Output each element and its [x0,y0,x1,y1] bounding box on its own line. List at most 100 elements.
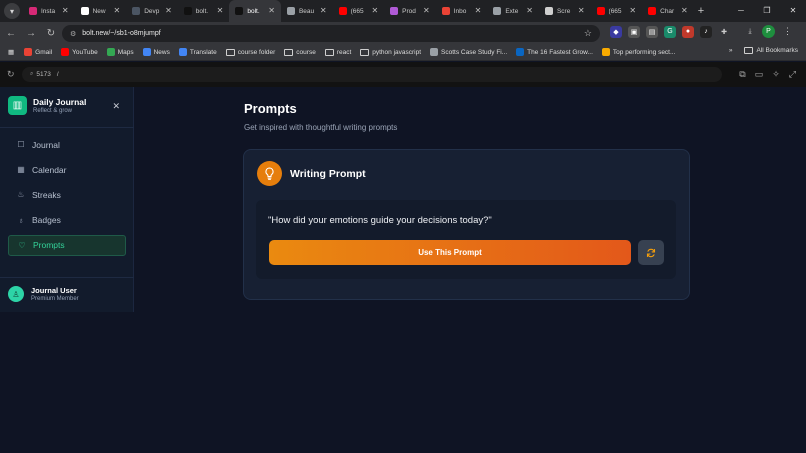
browser-tab[interactable]: Char ✕ [642,0,694,22]
sidebar-item-prompts[interactable]: ♡ Prompts [8,234,126,256]
download-icon[interactable]: ⤓ [744,26,756,38]
fullscreen-icon[interactable]: ⤢ [789,69,796,79]
browser-tab[interactable]: (665 ✕ [591,0,643,22]
d-icon [132,7,141,15]
browser-menu-icon[interactable]: ⋮ [783,26,792,37]
inspector-icon[interactable]: ✧ [772,69,780,79]
tab-title: Devp [144,7,160,15]
preview-bar: ↻ ⌕ 5173 / ⧉ ▭ ✧ ⤢ [0,62,806,87]
window-close-icon[interactable]: ✕ [780,0,806,22]
sidebar-item-journal[interactable]: ☐ Journal [8,134,126,155]
browser-tab[interactable]: Prod ✕ [384,0,436,22]
extension-icon[interactable]: ◆ [610,25,622,38]
browser-tab[interactable]: Scre ✕ [539,0,591,22]
browser-tab[interactable]: Exte ✕ [487,0,539,22]
bookmark-star-icon[interactable]: ☆ [584,28,592,39]
new-prompt-button[interactable] [638,240,664,265]
bookmark-item[interactable]: Top performing sect... [601,48,676,56]
tab-list: Insta ✕ New ✕ Devp ✕ bolt. ✕ bolt. ✕ Beau ✕ (665 ✕ Pro… [23,0,694,22]
browser-tab[interactable]: New ✕ [75,0,127,22]
folder-icon [225,48,235,56]
doc-extension-icon[interactable]: ▤ [646,25,658,38]
browser-tab[interactable]: Devp ✕ [126,0,178,22]
tab-close-icon[interactable]: ✕ [217,6,224,15]
puzzle-icon[interactable]: ✚ [718,26,730,38]
use-prompt-button[interactable]: Use This Prompt [269,240,631,265]
bookmark-item[interactable]: course [284,48,316,56]
instagram-icon [29,7,37,15]
browser-tab[interactable]: (665 ✕ [333,0,385,22]
tab-close-icon[interactable]: ✕ [475,6,482,15]
browser-tab[interactable]: bolt. ✕ [229,0,281,22]
user-profile[interactable]: ♙ Journal User Premium Member [8,286,79,302]
flame-icon: ♨ [17,190,25,200]
preview-url-bar[interactable]: ⌕ 5173 / [22,67,722,82]
site-info-icon[interactable]: ⚙ [70,30,76,38]
open-external-icon[interactable]: ⧉ [739,69,745,79]
prompt-box: "How did your emotions guide your decisi… [256,200,676,279]
reload-icon[interactable]: ↻ [42,28,60,39]
bookmark-label: Top performing sect... [612,48,676,56]
sidebar-item-streaks[interactable]: ♨ Streaks [8,184,126,205]
preview-path: / [56,71,59,78]
tab-close-icon[interactable]: ✕ [320,6,327,15]
prompt-text: "How did your emotions guide your decisi… [268,215,492,226]
award-icon: ♁ [18,215,24,225]
bookmark-item[interactable]: react [324,48,352,56]
tab-close-icon[interactable]: ✕ [268,6,275,15]
sidebar-nav: ☐ Journal ▦ Calendar ♨ Streaks ♁ Badges ♡ Prompts [8,134,126,260]
bookmark-item[interactable]: Translate [178,48,217,56]
grammar-extension-icon[interactable]: G [664,25,676,38]
tiktok-extension-icon[interactable]: ♪ [700,25,712,38]
browser-tab[interactable]: Insta ✕ [23,0,75,22]
bookmark-item[interactable]: python javascript [360,48,421,56]
profile-avatar[interactable]: P [762,25,775,38]
address-bar[interactable]: ⚙ bolt.new/~/sb1-o8mjumpf ☆ [62,25,600,42]
more-bookmarks-icon[interactable]: » [729,47,733,54]
sidebar-item-calendar[interactable]: ▦ Calendar [8,159,126,180]
device-preview-icon[interactable]: ▭ [755,69,764,79]
browser-tab[interactable]: Beau ✕ [281,0,333,22]
apps-grid-icon[interactable]: ▦ [8,48,14,56]
browser-tab[interactable]: bolt. ✕ [178,0,230,22]
image-icon [544,7,553,15]
tab-close-icon[interactable]: ✕ [165,6,172,15]
close-icon[interactable]: ✕ [112,101,120,112]
preview-actions: ⧉ ▭ ✧ ⤢ [730,69,796,79]
bookmark-item[interactable]: Gmail [24,48,52,56]
youtube-icon [596,7,605,15]
all-bookmarks-label: All Bookmarks [756,47,798,54]
bookmark-item[interactable]: Maps [106,48,134,56]
minimize-icon[interactable]: ─ [728,0,754,22]
bookmark-item[interactable]: The 16 Fastest Grow... [516,48,593,56]
tab-search-icon[interactable]: ▾ [4,3,20,19]
gmail-icon [441,7,450,15]
back-icon[interactable]: ← [2,28,20,39]
tab-close-icon[interactable]: ✕ [526,6,533,15]
tab-close-icon[interactable]: ✕ [371,6,378,15]
bookmark-item[interactable]: Scotts Case Study Fi... [430,48,507,56]
new-tab-icon [80,7,89,15]
forward-icon[interactable]: → [22,28,40,39]
tab-close-icon[interactable]: ✕ [681,6,688,15]
tab-close-icon[interactable]: ✕ [629,6,636,15]
red-extension-icon[interactable]: ● [682,25,694,38]
bookmark-item[interactable]: YouTube [61,48,98,56]
tab-close-icon[interactable]: ✕ [578,6,585,15]
new-tab-icon[interactable]: + [698,5,704,17]
all-bookmarks-button[interactable]: All Bookmarks [744,47,798,54]
page-subtitle: Get inspired with thoughtful writing pro… [244,123,398,132]
sidebar-item-badges[interactable]: ♁ Badges [8,210,126,231]
tab-close-icon[interactable]: ✕ [62,6,69,15]
bookmark-item[interactable]: News [142,48,170,56]
bookmark-label: react [336,48,352,56]
bookmark-label: course folder [237,48,276,56]
tab-close-icon[interactable]: ✕ [113,6,120,15]
browser-tab[interactable]: Inbo ✕ [436,0,488,22]
bookmark-item[interactable]: course folder [225,48,276,56]
camera-extension-icon[interactable]: ▣ [628,25,640,38]
tab-close-icon[interactable]: ✕ [423,6,430,15]
lightbulb-icon: ♡ [18,240,26,250]
preview-reload-icon[interactable]: ↻ [7,69,15,80]
restore-icon[interactable]: ❐ [754,0,780,22]
